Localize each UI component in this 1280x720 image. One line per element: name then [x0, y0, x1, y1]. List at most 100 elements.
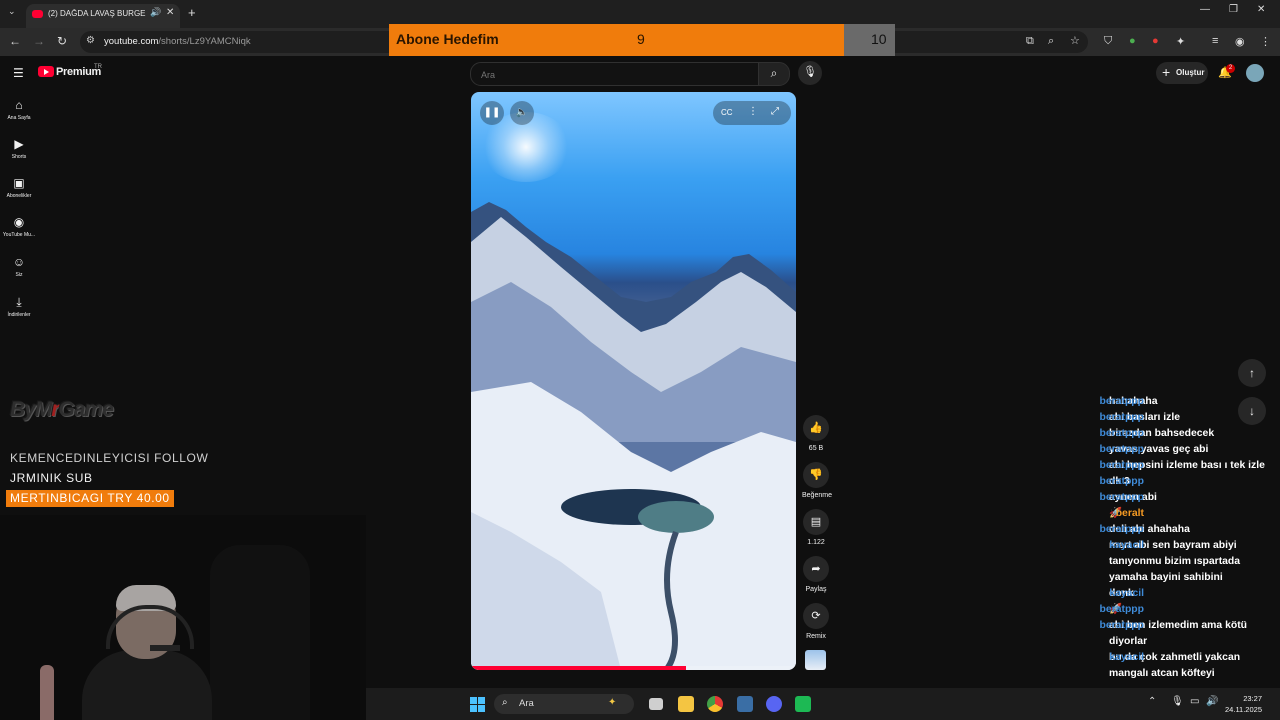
dislike-button[interactable]: 👎	[803, 462, 829, 488]
chat-username[interactable]: beratppp	[1100, 458, 1144, 474]
chat-message: beratppp yavas yavas geç abi	[1040, 442, 1280, 458]
shorts-video-player[interactable]: ❚❚ 🔈 CC ⋮ ⤢	[471, 92, 796, 670]
chat-username[interactable]: kayacil	[1109, 538, 1144, 554]
dislike-action: 👎 Beğenme	[802, 462, 832, 499]
game-app-icon[interactable]	[737, 696, 753, 712]
fullscreen-icon[interactable]: ⤢	[771, 106, 779, 117]
hamburger-menu-icon[interactable]: ☰	[13, 66, 24, 80]
speaker-icon[interactable]: 🔊	[1206, 696, 1218, 707]
bookmark-star-icon[interactable]: ☆	[1070, 34, 1080, 47]
chat-username[interactable]: beratppp	[1100, 410, 1144, 426]
reload-icon[interactable]: ↻	[57, 34, 67, 48]
new-tab-icon[interactable]: +	[188, 5, 196, 20]
arrow-up-icon: ↑	[1249, 366, 1255, 380]
chat-username[interactable]: beratppp	[1100, 474, 1144, 490]
file-explorer-icon[interactable]	[678, 696, 694, 712]
forward-icon[interactable]: →	[33, 34, 45, 48]
taskbar-search[interactable]: ⌕ Ara ✦	[494, 694, 634, 714]
windows-start-icon[interactable]	[470, 697, 485, 712]
captions-icon[interactable]: CC	[721, 108, 733, 117]
streamer-body	[82, 650, 212, 720]
pause-button[interactable]: ❚❚	[480, 101, 504, 125]
sidebar-item-label: Abonelikler	[6, 193, 32, 199]
site-info-icon[interactable]: ⚙	[86, 35, 95, 46]
sidebar-item-abonelikler[interactable]: ▣ Abonelikler	[0, 176, 38, 199]
like-button[interactable]: 👍	[803, 415, 829, 441]
browser-tab[interactable]: (2) DAĞDA LAVAŞ BURGER ... 🔊 ✕	[26, 4, 180, 28]
tray-mic-icon[interactable]: 🎙	[1171, 696, 1184, 707]
share-button[interactable]: ➦	[803, 556, 829, 582]
clock-time: 23:27	[1243, 694, 1262, 703]
network-icon[interactable]: ▭	[1190, 696, 1199, 707]
previous-short-button[interactable]: ↑	[1238, 359, 1266, 387]
microphone-icon: 🎙	[803, 66, 817, 78]
chat-message: beratppp 🚀	[1040, 602, 1280, 618]
chat-username[interactable]: kayacil	[1109, 650, 1144, 666]
chat-username[interactable]: beratppp	[1100, 490, 1144, 506]
chat-username[interactable]: beratppp	[1100, 618, 1144, 634]
window-close-icon[interactable]: ✕	[1257, 4, 1265, 15]
search-input[interactable]	[479, 67, 743, 83]
chat-username[interactable]: beratppp	[1100, 522, 1144, 538]
tray-overflow-icon[interactable]: ⌃	[1148, 696, 1156, 707]
chrome-icon[interactable]	[707, 696, 723, 712]
create-button[interactable]: + Oluştur	[1156, 62, 1208, 84]
like-action: 👍 65 B	[802, 415, 830, 452]
system-clock[interactable]: 23:27 24.11.2025	[1220, 693, 1262, 715]
install-app-icon[interactable]: ⧉	[1026, 35, 1034, 48]
minimize-icon[interactable]: —	[1200, 4, 1210, 15]
task-view-icon[interactable]	[649, 698, 663, 710]
search-button[interactable]: ⌕	[758, 62, 790, 86]
sidebar-item-shorts[interactable]: ▶ Shorts	[0, 137, 38, 160]
shield-extension-icon[interactable]: ⛉	[1104, 35, 1112, 48]
stream-logo: ByMrGame	[10, 398, 114, 422]
chat-message: beratppp abi ben izlemedim ama kötü diyor…	[1040, 618, 1280, 650]
media-control-icon[interactable]: ≡	[1212, 35, 1218, 47]
restore-icon[interactable]: ❐	[1229, 4, 1238, 15]
extension-green-icon[interactable]: ●	[1129, 35, 1136, 47]
chat-username[interactable]: beratppp	[1100, 442, 1144, 458]
sidebar-item-label: YouTube Mu...	[2, 232, 36, 238]
extension-red-icon[interactable]: ●	[1152, 35, 1159, 47]
sidebar-item-i-ndirilenler[interactable]: ⤓ İndirilenler	[0, 295, 38, 318]
chat-username[interactable]: beratppp	[1100, 394, 1144, 410]
share-action: ➦ Paylaş	[802, 556, 830, 593]
download-icon: ⤓	[16, 295, 22, 309]
comment-button[interactable]: ▤	[803, 509, 829, 535]
more-options-icon[interactable]: ⋮	[748, 106, 758, 117]
search-box[interactable]	[470, 62, 760, 86]
volume-button[interactable]: 🔈	[510, 101, 534, 125]
chat-message: beratppp birazdan bahsedecek	[1040, 426, 1280, 442]
chat-message: beratppp abi basları izle	[1040, 410, 1280, 426]
tab-close-icon[interactable]: ✕	[166, 7, 174, 18]
windows-taskbar: ⌕ Ara ✦ ⌃ 🎙 ▭ 🔊 23:27 24.11.2025	[366, 688, 1280, 720]
tab-search-icon[interactable]: ⌄	[8, 6, 16, 17]
sidebar-item-ana-sayfa[interactable]: ⌂ Ana Sayfa	[0, 98, 38, 121]
sidebar-item-label: Ana Sayfa	[7, 115, 31, 121]
back-icon[interactable]: ←	[9, 34, 21, 48]
profile-icon[interactable]: ◉	[1235, 35, 1245, 48]
streamer-arm	[40, 665, 54, 720]
video-progress-bar[interactable]	[471, 666, 796, 670]
remix-button[interactable]: ⟳	[803, 603, 829, 629]
chat-username[interactable]: beralt	[1116, 506, 1144, 522]
green-app-icon[interactable]	[795, 696, 811, 712]
zoom-icon[interactable]: ⌕	[1048, 35, 1054, 48]
goal-target: 10	[871, 31, 887, 47]
chat-username[interactable]: kayacil	[1109, 586, 1144, 602]
voice-search-button[interactable]: 🎙	[798, 61, 822, 85]
subscriptions-icon: ▣	[13, 176, 25, 190]
tab-audio-icon[interactable]: 🔊	[150, 7, 161, 18]
extensions-puzzle-icon[interactable]: ✦	[1176, 35, 1185, 48]
discord-icon[interactable]	[766, 696, 782, 712]
sound-thumbnail[interactable]	[805, 650, 826, 670]
browser-menu-icon[interactable]: ⋮	[1260, 35, 1271, 48]
chat-username[interactable]: beratppp	[1100, 426, 1144, 442]
sidebar-item-youtube-mu-[interactable]: ◉ YouTube Mu...	[0, 215, 38, 238]
sidebar-item-siz[interactable]: ☺ Siz	[0, 255, 38, 278]
chat-username[interactable]: beratppp	[1100, 602, 1144, 618]
stream-logo-part-c: Game	[58, 398, 114, 421]
url-text[interactable]: youtube.com/shorts/Lz9YAMCNiqk	[104, 36, 251, 47]
youtube-logo-icon[interactable]	[38, 66, 54, 77]
account-avatar[interactable]	[1246, 64, 1264, 82]
